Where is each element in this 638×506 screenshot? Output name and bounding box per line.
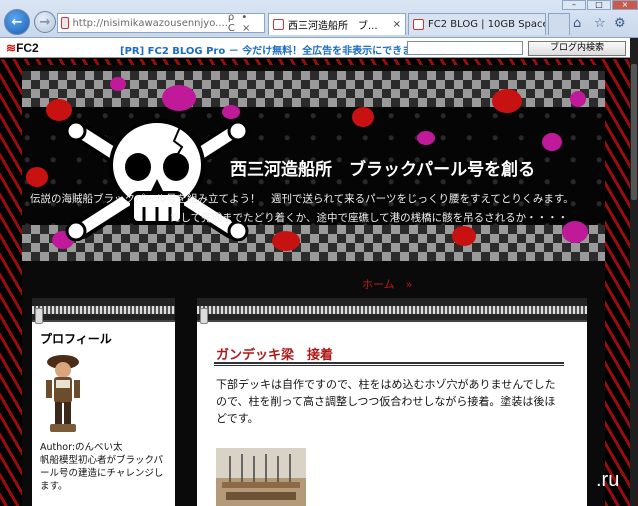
fc2-logo[interactable]: ≋FC2 bbox=[6, 41, 39, 55]
author-info: Author:のんべい太 帆船模型初心者がブラックパール号の建造にチャレンジしま… bbox=[40, 441, 170, 493]
tab-fc2[interactable]: FC2 BLOG | 10GB Space f... × bbox=[408, 13, 546, 35]
blog-description: 伝説の海賊船ブラックパール号を組み立てよう！ 週刊で送られて来るパーツをじっくり… bbox=[30, 190, 590, 228]
tab-blog[interactable]: 西三河造船所 ブ... × bbox=[268, 13, 406, 35]
paint-splat bbox=[570, 91, 586, 107]
scroll-thumb[interactable] bbox=[631, 64, 637, 200]
paint-splat bbox=[352, 107, 374, 127]
blog-title[interactable]: 西三河造船所 ブラックパール号を創る bbox=[230, 155, 535, 180]
zipper-pull-icon bbox=[35, 308, 43, 324]
fc2-promo-link[interactable]: [PR] FC2 BLOG Pro － 今だけ無料！全広告を非表示にできます！ bbox=[120, 42, 432, 57]
author-name: Author:のんべい太 bbox=[40, 442, 123, 453]
tab-favicon-icon bbox=[413, 19, 424, 30]
paint-splat bbox=[110, 77, 126, 91]
minimize-button[interactable]: – bbox=[562, 0, 586, 10]
page-inner: 西三河造船所 ブラックパール号を創る 伝説の海賊船ブラックパール号を組み立てよう… bbox=[22, 65, 605, 506]
paint-splat bbox=[492, 89, 522, 113]
tab-favicon-icon bbox=[273, 19, 284, 30]
main-content: ガンデッキ梁 接着 下部デッキは自作ですので、柱をはめ込むホゾ穴がありませんでし… bbox=[197, 298, 587, 506]
address-text: http://nisimikawazousennjyo.... bbox=[72, 17, 228, 29]
paint-splat bbox=[452, 226, 476, 246]
address-tools[interactable]: ρ • C × bbox=[228, 14, 264, 32]
zipper-decoration bbox=[197, 298, 587, 324]
forward-arrow-icon: → bbox=[39, 14, 51, 30]
close-window-button[interactable]: × bbox=[612, 0, 638, 10]
breadcrumb-home-link[interactable]: ホーム » bbox=[362, 276, 412, 292]
author-bio: 帆船模型初心者がブラックパール号の建造にチャレンジします。 bbox=[40, 455, 164, 492]
back-button[interactable]: ← bbox=[4, 9, 30, 35]
fc2-logo-icon: ≋ bbox=[6, 41, 17, 55]
back-arrow-icon: ← bbox=[11, 14, 23, 30]
forward-button[interactable]: → bbox=[34, 11, 56, 33]
paint-splat bbox=[272, 231, 300, 251]
paint-splat bbox=[417, 131, 435, 145]
blog-search-input[interactable] bbox=[407, 41, 523, 55]
gear-icon[interactable]: ⚙ bbox=[614, 16, 626, 31]
maximize-button[interactable]: □ bbox=[587, 0, 611, 10]
tab-close-icon[interactable]: × bbox=[389, 19, 401, 30]
post-title-divider bbox=[214, 362, 564, 366]
blog-header: 西三河造船所 ブラックパール号を創る 伝説の海賊船ブラックパール号を組み立てよう… bbox=[22, 71, 605, 261]
fc2-logo-text: FC2 bbox=[16, 41, 39, 55]
blog-page: 西三河造船所 ブラックパール号を創る 伝説の海賊船ブラックパール号を組み立てよう… bbox=[0, 59, 630, 506]
description-line-1: 伝説の海賊船ブラックパール号を組み立てよう！ 週刊で送られて来るパーツをじっくり… bbox=[30, 193, 574, 205]
post-title[interactable]: ガンデッキ梁 接着 bbox=[216, 344, 333, 363]
tab-label: 西三河造船所 ブ... bbox=[288, 21, 378, 32]
fc2-toolbar: ≋FC2 [PR] FC2 BLOG Pro － 今だけ無料！全広告を非表示にで… bbox=[0, 38, 630, 58]
post-body: 下部デッキは自作ですので、柱をはめ込むホゾ穴がありませんでしたので、柱を削って高… bbox=[216, 378, 556, 425]
address-bar[interactable]: http://nisimikawazousennjyo.... ρ • C × bbox=[57, 13, 265, 33]
blog-search-button[interactable]: ブログ内検索 bbox=[528, 41, 626, 56]
avatar bbox=[46, 355, 80, 432]
favorites-star-icon[interactable]: ☆ bbox=[594, 16, 606, 31]
tab-label: FC2 BLOG | 10GB Space f... bbox=[428, 19, 546, 30]
zipper-pull-icon bbox=[200, 308, 208, 324]
profile-heading: プロフィール bbox=[40, 332, 112, 346]
browser-chrome: ← → http://nisimikawazousennjyo.... ρ • … bbox=[0, 0, 638, 38]
paint-splat bbox=[26, 167, 48, 187]
paint-splat bbox=[542, 133, 562, 151]
zipper-decoration bbox=[32, 298, 175, 324]
site-favicon-icon bbox=[61, 17, 70, 29]
new-tab-button[interactable] bbox=[548, 13, 570, 35]
home-icon[interactable]: ⌂ bbox=[573, 16, 581, 31]
watermark-text: .ru bbox=[596, 469, 620, 491]
post-photo[interactable] bbox=[216, 448, 306, 506]
description-line-2: たして完成までたどり着くか、途中で座礁して港の桟橋に骸を吊るされるか・・・・ bbox=[170, 212, 569, 224]
paint-splat bbox=[162, 85, 196, 111]
scrollbar[interactable] bbox=[630, 38, 638, 506]
sidebar-profile: プロフィール Author:のんべい太 帆船模型初心者がブラックパール号の建造に… bbox=[32, 298, 175, 506]
